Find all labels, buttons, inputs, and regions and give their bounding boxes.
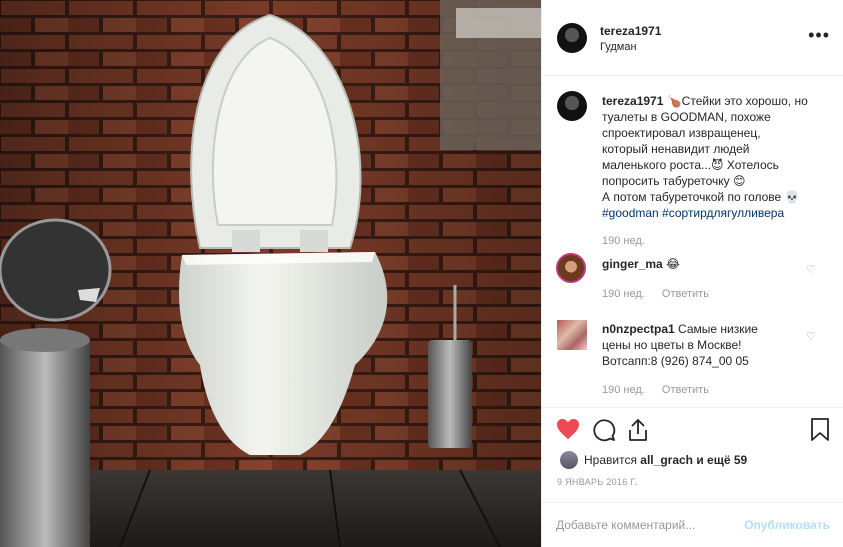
post-date: 9 ЯНВАРЬ 2016 Г. bbox=[557, 477, 638, 487]
caption-line: спроектировал извращенец, bbox=[602, 126, 761, 140]
caption-line: который ненавидит людей bbox=[602, 142, 750, 156]
liker-avatar bbox=[560, 451, 578, 469]
comment-meta: 190 нед. Ответить bbox=[602, 384, 709, 396]
comment-username[interactable]: n0nzpectpa1 bbox=[602, 322, 675, 336]
caption-line: туалеты в GOODMAN, похоже bbox=[602, 110, 771, 124]
avatar[interactable] bbox=[557, 23, 587, 53]
comment-username[interactable]: ginger_ma bbox=[602, 257, 663, 271]
post-actions: Нравится all_grach и ещё 59 9 ЯНВАРЬ 201… bbox=[542, 407, 843, 511]
comment-text: 😂 bbox=[666, 257, 681, 271]
add-comment-bar: Добавьте комментарий... Опубликовать bbox=[542, 502, 843, 547]
header-username[interactable]: tereza1971 bbox=[600, 24, 661, 38]
comment-input[interactable]: Добавьте комментарий... bbox=[556, 518, 695, 532]
post-sidebar: tereza1971 Гудман ••• tereza1971 🍗Стейки… bbox=[541, 0, 843, 547]
header-location[interactable]: Гудман bbox=[600, 41, 637, 53]
caption: tereza1971 🍗Стейки это хорошо, но туалет… bbox=[602, 93, 827, 221]
comment-line: Самые низкие bbox=[678, 322, 758, 336]
caption-line: маленького роста...😈 Хотелось bbox=[602, 158, 779, 172]
caption-line: попросить табуреточку 😊 bbox=[602, 174, 746, 188]
bookmark-icon[interactable] bbox=[810, 418, 830, 442]
post-button[interactable]: Опубликовать bbox=[744, 518, 830, 532]
caption-line: 🍗Стейки это хорошо, но bbox=[666, 94, 808, 108]
likes-user[interactable]: all_grach bbox=[640, 453, 693, 467]
instagram-post-modal: tereza1971 Гудман ••• tereza1971 🍗Стейки… bbox=[0, 0, 843, 547]
reply-button[interactable]: Ответить bbox=[662, 384, 709, 396]
reply-button[interactable]: Ответить bbox=[662, 288, 709, 300]
caption-username[interactable]: tereza1971 bbox=[602, 94, 663, 108]
caption-avatar[interactable] bbox=[557, 91, 587, 121]
heart-icon[interactable] bbox=[556, 418, 580, 440]
post-photo bbox=[0, 0, 541, 547]
comment-meta: 190 нед. Ответить bbox=[602, 288, 709, 300]
comment-item: n0nzpectpa1 Самые низкие цены но цветы в… bbox=[602, 321, 782, 369]
likes-prefix: Нравится bbox=[584, 453, 637, 467]
share-icon[interactable] bbox=[627, 418, 649, 442]
comment-time: 190 нед. bbox=[602, 288, 645, 300]
small-heart-icon[interactable]: ♡ bbox=[806, 263, 816, 276]
comment-line: Вотсапп:8 (926) 874_00 05 bbox=[602, 354, 749, 368]
comment-icon[interactable] bbox=[592, 418, 616, 442]
post-header: tereza1971 Гудман ••• bbox=[542, 0, 843, 76]
caption-line: А потом табуреточкой по голове 💀 bbox=[602, 190, 800, 204]
comment-line: цены но цветы в Москве! bbox=[602, 338, 742, 352]
caption-time: 190 нед. bbox=[602, 235, 645, 247]
comments-list: tereza1971 🍗Стейки это хорошо, но туалет… bbox=[542, 77, 843, 407]
comment-item: ginger_ma 😂 bbox=[602, 257, 680, 271]
comment-avatar[interactable] bbox=[557, 320, 587, 350]
comment-avatar[interactable] bbox=[556, 253, 586, 283]
small-heart-icon[interactable]: ♡ bbox=[806, 330, 816, 343]
comment-time: 190 нед. bbox=[602, 384, 645, 396]
more-icon[interactable]: ••• bbox=[808, 26, 830, 44]
caption-hashtags[interactable]: #goodman #сортирдлягулливера bbox=[602, 205, 827, 221]
likes-suffix[interactable]: и ещё 59 bbox=[696, 453, 747, 467]
